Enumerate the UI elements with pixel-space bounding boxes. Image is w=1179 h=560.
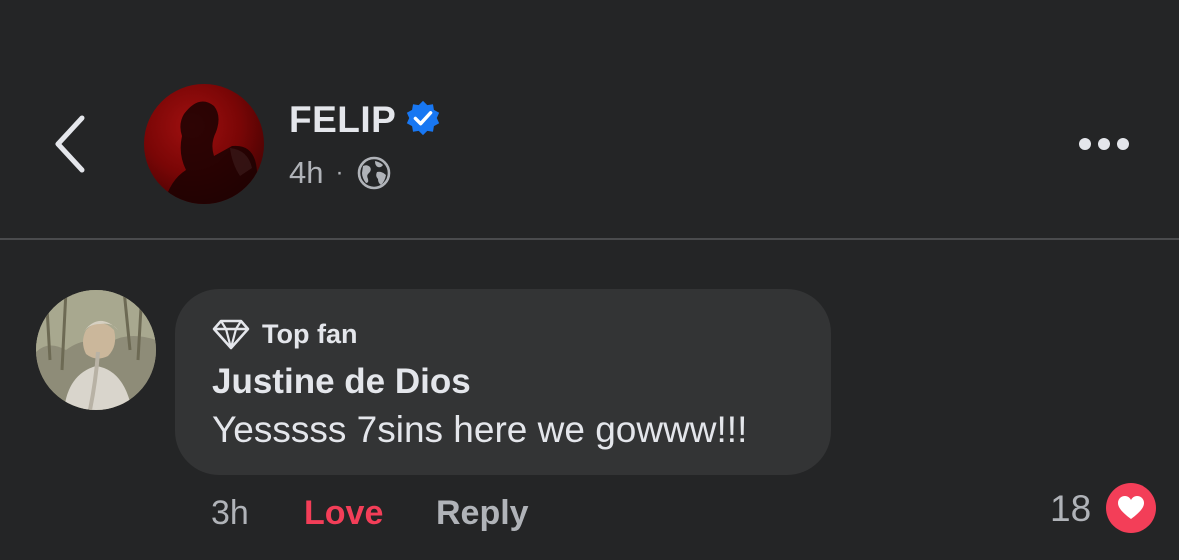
post-author-name[interactable]: FELIP [289, 98, 396, 142]
diamond-icon [212, 318, 250, 350]
chevron-left-icon [55, 115, 85, 173]
meta-separator: · [335, 159, 344, 186]
love-button[interactable]: Love [304, 492, 383, 534]
avatar-image [164, 101, 262, 204]
heart-icon[interactable] [1106, 483, 1156, 533]
globe-icon[interactable] [357, 156, 391, 190]
top-fan-badge-label: Top fan [262, 319, 358, 349]
verified-badge-icon [404, 99, 442, 137]
commenter-avatar[interactable] [36, 290, 156, 410]
avatar-image [36, 290, 156, 410]
comment-timestamp[interactable]: 3h [211, 492, 249, 534]
comment-text: Yesssss 7sins here we gowww!!! [212, 409, 748, 450]
more-horizontal-icon [1079, 138, 1129, 150]
post-timestamp[interactable]: 4h [289, 155, 323, 191]
header-divider [0, 238, 1179, 240]
commenter-name[interactable]: Justine de Dios [212, 361, 471, 403]
reply-button[interactable]: Reply [436, 492, 529, 534]
reaction-count[interactable]: 18 [1050, 486, 1091, 532]
post-meta: 4h · [289, 153, 391, 193]
more-options-button[interactable] [1076, 130, 1138, 158]
back-button[interactable] [48, 112, 92, 176]
author-avatar[interactable] [144, 84, 264, 204]
